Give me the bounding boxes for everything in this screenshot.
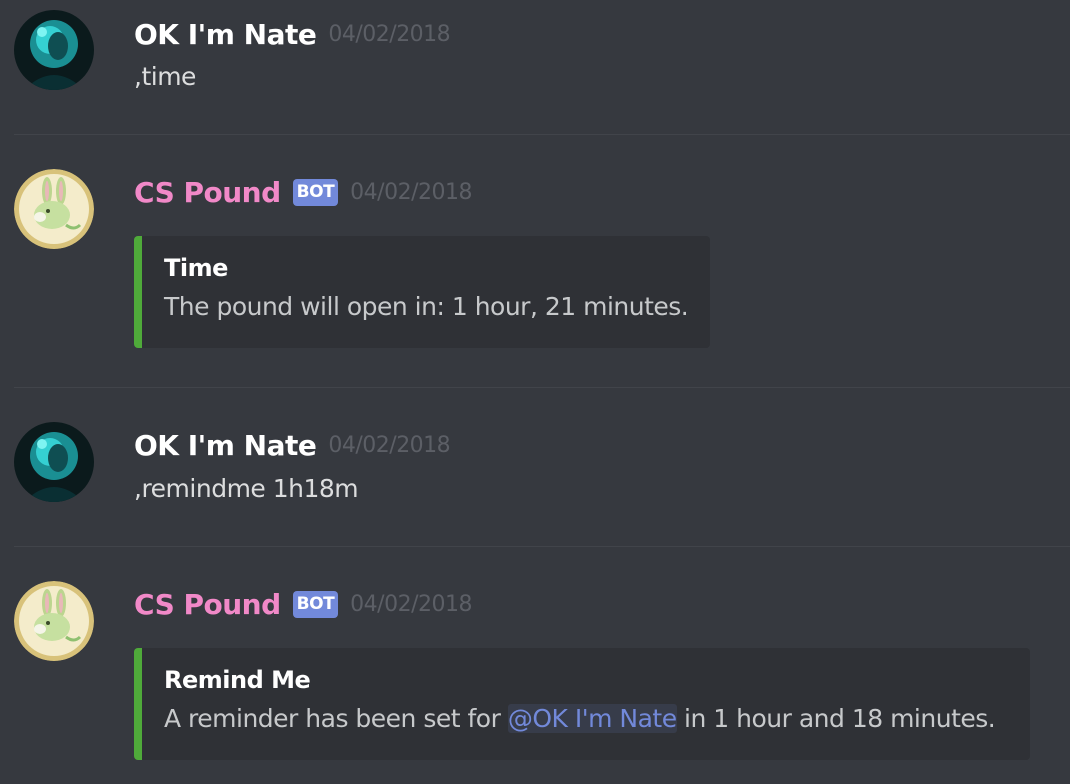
timestamp: 04/02/2018 <box>350 179 472 205</box>
embed: Remind Me A reminder has been set for @O… <box>134 648 1030 760</box>
bot-avatar[interactable] <box>14 581 94 661</box>
message-text: ,time <box>134 62 196 91</box>
embed-title: Remind Me <box>164 666 311 694</box>
message-divider <box>14 134 1070 135</box>
chat-messages: OK I'm Nate 04/02/2018 ,time CS Pound BO <box>0 0 1070 784</box>
timestamp: 04/02/2018 <box>328 21 451 47</box>
user-avatar-icon <box>14 422 94 502</box>
embed: Time The pound will open in: 1 hour, 21 … <box>134 236 710 348</box>
bunny-avatar-icon <box>14 581 94 661</box>
bot-avatar[interactable] <box>14 169 94 249</box>
author-name[interactable]: OK I'm Nate <box>134 18 317 51</box>
embed-title: Time <box>164 254 228 282</box>
bot-badge: BOT <box>292 178 339 206</box>
user-avatar-icon <box>14 10 94 90</box>
embed-description-suffix: in 1 hour and 18 minutes. <box>676 704 996 733</box>
timestamp: 04/02/2018 <box>328 432 451 458</box>
message-divider <box>14 546 1070 547</box>
timestamp: 04/02/2018 <box>350 591 472 617</box>
bot-badge: BOT <box>292 590 339 618</box>
user-avatar[interactable] <box>14 422 94 502</box>
message-divider <box>14 387 1070 388</box>
author-name[interactable]: OK I'm Nate <box>134 429 317 462</box>
embed-description: A reminder has been set for @OK I'm Nate… <box>164 704 1008 733</box>
embed-description: The pound will open in: 1 hour, 21 minut… <box>164 292 689 321</box>
bunny-avatar-icon <box>14 169 94 249</box>
user-avatar[interactable] <box>14 10 94 90</box>
author-name[interactable]: CS Pound <box>134 176 281 209</box>
embed-description-prefix: A reminder has been set for <box>164 704 508 733</box>
message-text: ,remindme 1h18m <box>134 474 359 503</box>
user-mention[interactable]: @OK I'm Nate <box>507 704 677 733</box>
author-name[interactable]: CS Pound <box>134 588 281 621</box>
